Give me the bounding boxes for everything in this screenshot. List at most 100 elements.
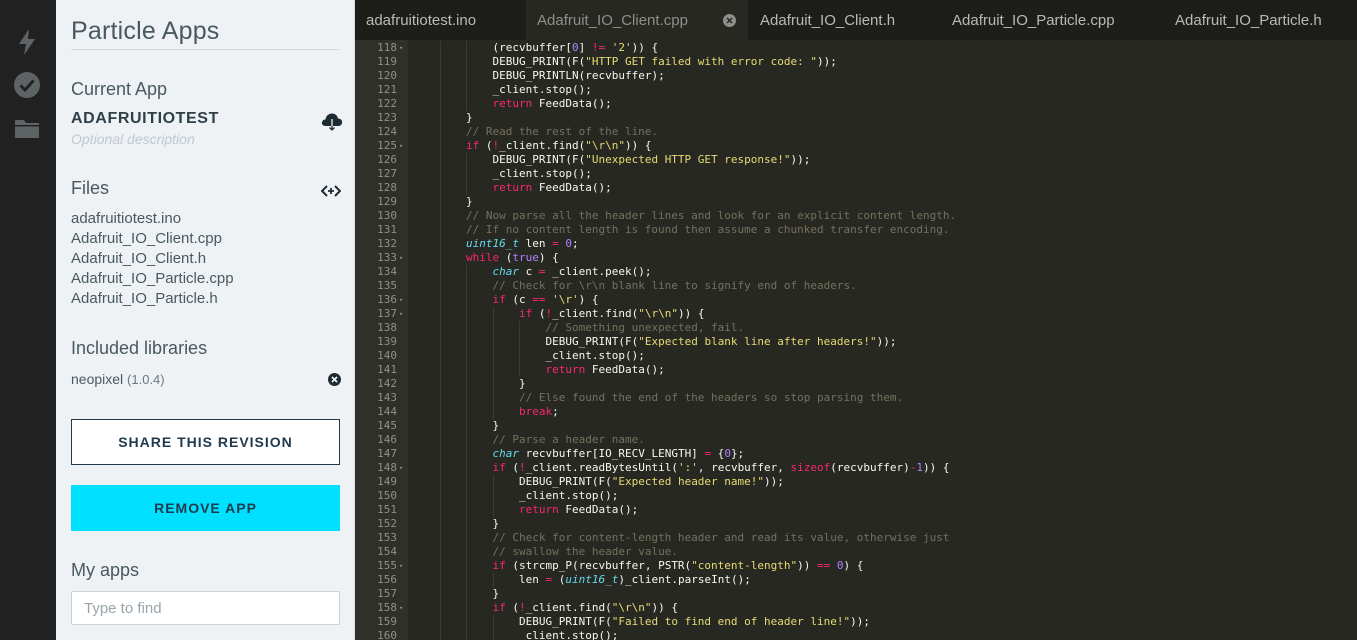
- code-line: 156 len = (uint16_t)_client.parseInt();: [355, 573, 1357, 587]
- tab-adafruit-io-client-cpp[interactable]: Adafruit_IO_Client.cpp: [526, 0, 748, 40]
- library-item[interactable]: neopixel (1.0.4): [71, 371, 165, 387]
- fold-toggle-icon[interactable]: ▾: [399, 251, 403, 265]
- code-text: char recvbuffer[IO_RECV_LENGTH] = {0};: [493, 447, 745, 461]
- download-cloud-icon[interactable]: [321, 112, 343, 137]
- line-number: 118: [377, 41, 397, 54]
- line-number: 137: [377, 307, 397, 320]
- close-icon[interactable]: [723, 14, 736, 27]
- code-text: DEBUG_PRINT(F("Unexpected HTTP GET respo…: [493, 153, 811, 167]
- line-number: 140: [377, 349, 397, 362]
- code-token: (: [505, 461, 519, 474]
- search-apps-input[interactable]: [71, 591, 340, 625]
- fold-toggle-icon[interactable]: ▾: [399, 307, 403, 321]
- indent-guide: [466, 265, 467, 279]
- code-text: _client.stop();: [519, 489, 618, 503]
- code-token: 0: [565, 237, 572, 250]
- code-token: _client.stop();: [519, 629, 619, 640]
- code-line: 149 DEBUG_PRINT(F("Expected header name!"…: [355, 475, 1357, 489]
- share-revision-button[interactable]: SHARE THIS REVISION: [71, 419, 340, 465]
- fold-toggle-icon[interactable]: ▾: [399, 293, 403, 307]
- code-token: ));: [850, 615, 871, 628]
- tab-label: Adafruit_IO_Particle.cpp: [952, 11, 1115, 29]
- fold-toggle-icon[interactable]: ▾: [399, 601, 403, 615]
- indent-guide: [439, 419, 441, 433]
- verify-icon[interactable]: [13, 71, 41, 99]
- indent-guide: [439, 405, 441, 419]
- file-link[interactable]: adafruitiotest.ino: [71, 210, 181, 227]
- code-text: char c = _client.peek();: [493, 265, 652, 279]
- file-link[interactable]: Adafruit_IO_Client.h: [71, 250, 206, 267]
- indent-guide: [466, 167, 467, 181]
- tab-adafruit-io-particle-h[interactable]: Adafruit_IO_Particle.h: [1164, 0, 1357, 40]
- line-number: 131: [377, 223, 397, 236]
- code-token: return: [545, 363, 586, 376]
- tab-adafruit-io-client-h[interactable]: Adafruit_IO_Client.h: [749, 0, 941, 40]
- code-token: return: [492, 97, 533, 110]
- code-token: DEBUG_PRINT(F(: [492, 153, 586, 166]
- file-link[interactable]: Adafruit_IO_Client.cpp: [71, 230, 222, 247]
- code-token: if: [519, 307, 533, 320]
- flash-icon[interactable]: [13, 28, 41, 56]
- remove-app-button[interactable]: REMOVE APP: [71, 485, 340, 531]
- remove-library-icon[interactable]: [328, 373, 341, 391]
- fold-toggle-icon[interactable]: ▾: [399, 461, 403, 475]
- line-number: 153: [377, 531, 397, 544]
- code-token: // Parse a header name.: [492, 433, 645, 446]
- indent-guide: [466, 69, 467, 83]
- code-text: if (c == '\r') {: [493, 293, 599, 307]
- indent-guide: [466, 181, 467, 195]
- folder-icon[interactable]: [13, 114, 41, 142]
- indent-guide: [439, 209, 441, 223]
- code-text: // Something unexpected, fail.: [546, 321, 745, 335]
- code-token: (strcmp_P(recvbuffer, PSTR(: [505, 559, 692, 572]
- code-line: 119 DEBUG_PRINT(F("HTTP GET failed with e…: [355, 55, 1357, 69]
- code-token: sizeof: [790, 461, 831, 474]
- indent-guide: [439, 587, 441, 601]
- indent-guide: [439, 41, 441, 55]
- fold-toggle-icon[interactable]: ▾: [399, 139, 403, 153]
- indent-guide: [492, 363, 494, 377]
- app-description[interactable]: Optional description: [71, 131, 195, 147]
- tab-adafruitiotest-ino[interactable]: adafruitiotest.ino: [355, 0, 526, 40]
- indent-guide: [466, 41, 467, 55]
- code-token: // Else found the end of the headers so …: [519, 391, 904, 404]
- code-text: // Parse a header name.: [493, 433, 645, 447]
- code-text: }: [493, 517, 500, 531]
- add-file-icon[interactable]: [320, 184, 342, 203]
- my-apps-heading: My apps: [71, 560, 140, 580]
- code-token: }: [466, 195, 473, 208]
- code-text: _client.stop();: [493, 83, 592, 97]
- file-link[interactable]: Adafruit_IO_Particle.cpp: [71, 270, 234, 287]
- indent-guide: [439, 55, 441, 69]
- file-tab-bar: adafruitiotest.ino Adafruit_IO_Client.cp…: [355, 0, 1357, 40]
- code-token: // If no content length is found then as…: [466, 223, 950, 236]
- code-token: _client.find(: [525, 601, 612, 614]
- code-text: return FeedData();: [493, 181, 612, 195]
- indent-guide: [466, 433, 467, 447]
- code-text: // If no content length is found then as…: [466, 223, 949, 237]
- code-text: _client.stop();: [546, 349, 645, 363]
- code-token: "Failed to find end of header line!": [611, 615, 851, 628]
- code-token: (recvbuffer[: [492, 41, 572, 54]
- code-token: , recvbuffer,: [697, 461, 791, 474]
- code-token: ));: [817, 55, 837, 68]
- indent-guide: [439, 349, 441, 363]
- indent-guide: [466, 391, 467, 405]
- code-text: }: [466, 195, 473, 209]
- code-line: 130 // Now parse all the header lines and…: [355, 209, 1357, 223]
- code-line: 155 ▾ if (strcmp_P(recvbuffer, PSTR("conte…: [355, 559, 1357, 573]
- tab-adafruit-io-particle-cpp[interactable]: Adafruit_IO_Particle.cpp: [941, 0, 1163, 40]
- fold-toggle-icon[interactable]: ▾: [399, 41, 403, 55]
- indent-guide: [466, 307, 467, 321]
- code-token: FeedData();: [585, 363, 665, 376]
- file-link[interactable]: Adafruit_IO_Particle.h: [71, 290, 218, 307]
- code-text: if (strcmp_P(recvbuffer, PSTR("content-l…: [493, 559, 864, 573]
- indent-guide: [466, 97, 467, 111]
- code-token: ;: [571, 237, 579, 250]
- code-token: // Read the rest of the line.: [466, 125, 659, 138]
- code-token: {: [711, 447, 725, 460]
- fold-toggle-icon[interactable]: ▾: [399, 559, 403, 573]
- code-editor[interactable]: 118 ▾ (recvbuffer[0] != '2')) {119 DEBUG_PR…: [355, 40, 1357, 640]
- indent-guide: [466, 559, 467, 573]
- indent-guide: [439, 517, 441, 531]
